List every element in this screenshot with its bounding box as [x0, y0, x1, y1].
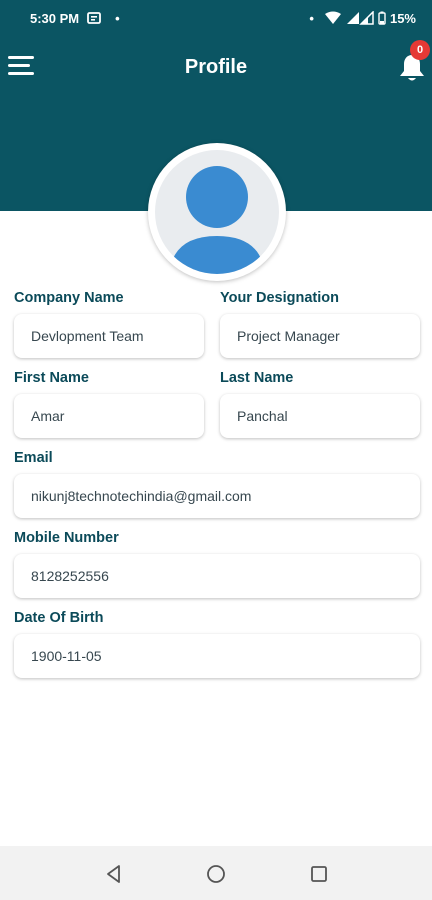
avatar[interactable]: [148, 143, 286, 281]
email-label: Email: [14, 450, 53, 466]
home-icon[interactable]: [204, 862, 228, 886]
back-icon[interactable]: [102, 862, 126, 886]
last-name-label: Last Name: [220, 370, 294, 386]
designation-label: Your Designation: [220, 290, 339, 306]
page-title: Profile: [184, 56, 248, 78]
battery-percent: 15%: [389, 10, 416, 26]
first-name-field[interactable]: Amar: [14, 394, 204, 438]
last-name-field[interactable]: Panchal: [220, 394, 420, 438]
system-nav-bar: [0, 846, 432, 900]
mobile-number-label: Mobile Number: [14, 530, 119, 546]
status-bar: 5:30 PM • • 15%: [0, 0, 432, 36]
designation-field[interactable]: Project Manager: [220, 314, 420, 358]
notification-badge: 0: [410, 40, 430, 60]
first-name-label: First Name: [14, 370, 89, 386]
mobile-number-field[interactable]: 8128252556: [14, 554, 420, 598]
battery-icon: [378, 11, 386, 25]
email-field[interactable]: nikunj8technotechindia@gmail.com: [14, 474, 420, 518]
status-time: 5:30 PM: [30, 10, 80, 26]
status-dot-right: •: [309, 10, 314, 26]
user-avatar-icon: [155, 150, 279, 274]
message-icon: [87, 12, 102, 24]
recents-icon[interactable]: [307, 862, 331, 886]
wifi-icon: [324, 11, 342, 25]
dob-label: Date Of Birth: [14, 610, 104, 626]
company-name-label: Company Name: [14, 290, 124, 306]
dob-field[interactable]: 1900-11-05: [14, 634, 420, 678]
status-dot: •: [115, 10, 120, 26]
signal-icon: [346, 11, 374, 25]
company-name-field[interactable]: Devlopment Team: [14, 314, 204, 358]
